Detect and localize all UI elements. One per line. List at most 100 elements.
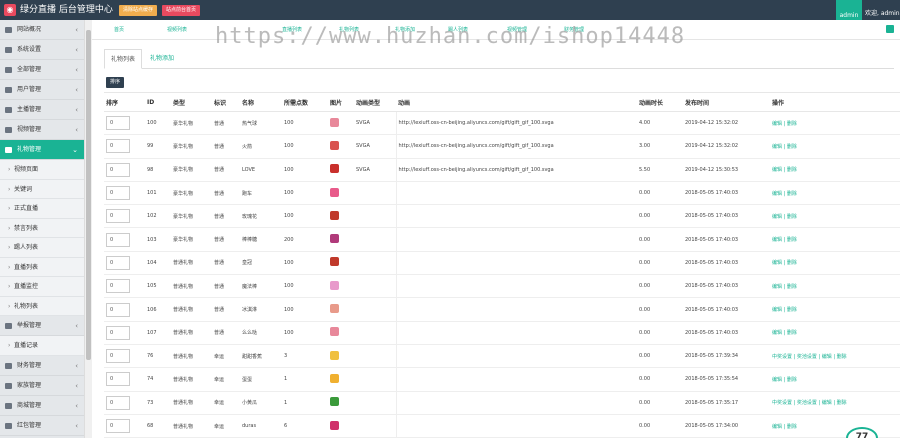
order-input[interactable]: 0 [106,255,130,270]
sidebar-item[interactable]: 全部管理 ‹ [0,60,84,80]
tab-6[interactable]: 踢人列表 [448,26,468,33]
sidebar-subitem[interactable]: 踢人列表 [0,238,84,258]
tab-gift-add[interactable]: 礼物添加 [144,49,180,69]
row-actions[interactable]: 编辑 | 删除 [770,111,900,136]
row-actions[interactable]: 编辑 | 删除 [770,297,900,322]
sidebar-subitem[interactable]: 礼物列表 [0,296,84,316]
order-input[interactable]: 0 [106,139,130,154]
sidebar-subitem[interactable]: 直播记录 [0,336,84,356]
cell-duration: 0.00 [637,274,683,299]
avatar[interactable]: admin [836,0,862,20]
cell-points: 100 [282,297,328,322]
order-cell: 0 [104,134,145,159]
cell-id: 106 [145,297,171,322]
cell-anim [395,321,637,345]
order-input[interactable]: 0 [106,162,130,177]
row-actions[interactable]: 编辑 | 删除 [770,367,900,392]
scrollbar-thumb[interactable] [86,30,91,360]
sidebar-item[interactable]: 主播管理 ‹ [0,100,84,120]
row-actions[interactable]: 编辑 | 删除 [770,321,900,345]
sidebar-item[interactable]: 家族管理 ‹ [0,376,84,396]
table-row: 0 103 豪华礼物 普通 棒棒糖 200 0.00 2018-05-05 17:40:03 编… [104,227,900,252]
row-actions[interactable]: 中奖设置 | 奖池设置 | 编辑 | 删除 [770,344,900,369]
sidebar-scrollbar[interactable] [84,20,92,438]
cell-duration: 0.00 [637,321,683,345]
order-input[interactable]: 0 [106,419,130,433]
cell-anim [395,227,637,252]
cell-mark: 幸运 [212,414,240,438]
sidebar-subitem[interactable]: 关键词 [0,179,84,199]
tab-gift-list[interactable]: 礼物列表 [104,49,143,69]
cell-name: LOVE [240,158,282,182]
tab-1[interactable]: 首页 [114,26,124,33]
order-input[interactable]: 0 [106,349,130,364]
order-input[interactable]: 0 [106,116,130,131]
cell-anim-type: SVGA [354,158,396,182]
cell-mark: 幸运 [212,367,240,392]
welcome-text[interactable]: 欢迎, admin [865,8,900,17]
clear-cache-button[interactable]: 清除站点缓存 [119,5,158,16]
order-cell: 0 [104,251,145,276]
sidebar-subitem[interactable]: 视频页面 [0,160,84,180]
sort-button[interactable]: 排序 [106,77,125,88]
gift-image [330,164,339,174]
cell-name: 热气球 [240,111,282,136]
menu-icon [5,47,12,53]
sidebar-item[interactable]: 用户管理 ‹ [0,80,84,100]
order-input[interactable]: 0 [106,232,130,247]
order-input[interactable]: 0 [106,209,130,224]
order-input[interactable]: 0 [106,325,130,340]
sidebar-item[interactable]: 财务管理 ‹ [0,356,84,376]
sidebar-item-label: 举报管理 [17,322,42,329]
order-input[interactable]: 0 [106,395,130,410]
sidebar-subitem[interactable]: 直播列表 [0,257,84,277]
tab-8[interactable]: 财务管理 [564,26,584,33]
chevron-icon: ‹ [75,322,78,330]
tab-4[interactable]: 礼物列表 [339,26,359,33]
tab-7[interactable]: 视频管理 [507,26,527,33]
row-actions[interactable]: 编辑 | 删除 [770,414,900,438]
cell-time: 2019-04-12 15:30:53 [683,158,770,182]
tab-2[interactable]: 视频列表 [167,26,187,33]
order-input[interactable]: 0 [106,302,130,317]
sidebar-item[interactable]: 网站概况 ‹ [0,20,84,40]
cell-anim [395,344,637,369]
cell-image [328,251,354,276]
gift-image [330,187,339,197]
row-actions[interactable]: 编辑 | 删除 [770,227,900,252]
sidebar-item[interactable]: 举报管理 ‹ [0,316,84,336]
gift-image [330,373,339,383]
menu-icon [5,147,12,153]
column-header: 名称 [240,92,282,112]
cell-anim-type [354,181,396,206]
cell-image [328,111,354,136]
sidebar-subitem[interactable]: 禁言列表 [0,218,84,238]
sidebar-item[interactable]: 礼物管理 ⌄ [0,140,84,160]
row-actions[interactable]: 中奖设置 | 奖池设置 | 编辑 | 删除 [770,391,900,415]
cell-anim-type: SVGA [354,111,396,136]
sidebar-item[interactable]: 红包管理 ‹ [0,416,84,436]
order-input[interactable]: 0 [106,372,130,387]
close-tab-icon[interactable] [886,25,894,33]
sidebar-subitem[interactable]: 正式直播 [0,199,84,219]
order-input[interactable]: 0 [106,279,130,294]
sidebar-item[interactable]: 视频管理 ‹ [0,120,84,140]
chevron-icon: ‹ [75,126,78,134]
row-actions[interactable]: 编辑 | 删除 [770,204,900,229]
tab-5[interactable]: 礼物添加 [395,26,415,33]
sidebar-item[interactable]: 商城管理 ‹ [0,396,84,416]
cell-duration: 0.00 [637,344,683,369]
row-actions[interactable]: 编辑 | 删除 [770,251,900,276]
cell-type: 普通礼物 [171,414,212,438]
tab-3[interactable]: 直播列表 [282,26,302,33]
table-row: 0 105 普通礼物 普通 魔法棒 100 0.00 2018-05-05 17:40:03 编… [104,274,900,299]
sidebar-item[interactable]: 系统设置 ‹ [0,40,84,60]
row-actions[interactable]: 编辑 | 删除 [770,181,900,206]
row-actions[interactable]: 编辑 | 删除 [770,158,900,182]
order-input[interactable]: 0 [106,186,130,201]
row-actions[interactable]: 编辑 | 删除 [770,134,900,159]
sidebar-item-label: 礼物管理 [17,146,42,153]
site-home-button[interactable]: 站点前台首页 [162,5,201,16]
row-actions[interactable]: 编辑 | 删除 [770,274,900,299]
sidebar-subitem[interactable]: 直播监控 [0,277,84,297]
